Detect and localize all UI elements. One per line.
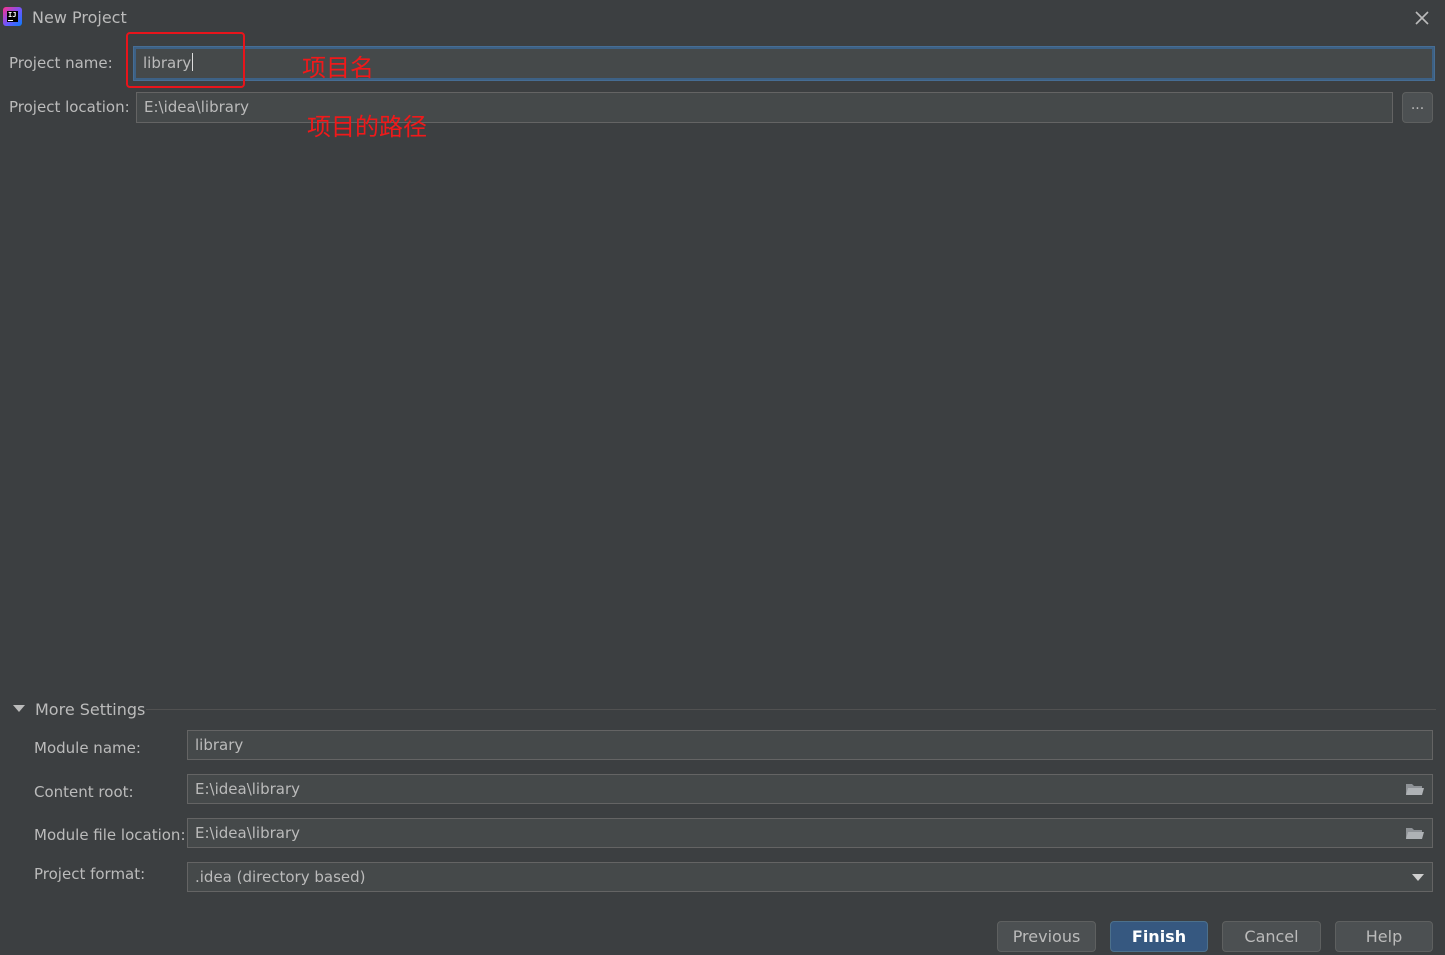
folder-icon[interactable] xyxy=(1405,825,1425,841)
collapse-triangle-icon[interactable] xyxy=(13,705,25,712)
project-location-label: Project location: xyxy=(9,98,130,116)
module-file-location-input[interactable]: E:\idea\library xyxy=(187,818,1433,848)
annotation-project-name: 项目名 xyxy=(302,54,374,82)
project-name-label: Project name: xyxy=(9,54,113,72)
project-format-label: Project format: xyxy=(34,865,146,883)
more-settings-toggle[interactable]: More Settings xyxy=(35,700,145,719)
chevron-down-icon[interactable] xyxy=(1412,874,1424,881)
module-name-input[interactable]: library xyxy=(187,730,1433,760)
content-root-label: Content root: xyxy=(34,783,134,801)
annotation-highlight-box xyxy=(126,32,245,88)
section-divider xyxy=(146,709,1436,710)
project-format-select[interactable]: .idea (directory based) xyxy=(187,862,1433,892)
close-icon[interactable] xyxy=(1412,8,1432,28)
module-name-label: Module name: xyxy=(34,739,141,757)
window-title: New Project xyxy=(32,8,127,27)
content-root-input[interactable]: E:\idea\library xyxy=(187,774,1433,804)
module-file-location-label: Module file location: xyxy=(34,826,186,844)
cancel-button[interactable]: Cancel xyxy=(1222,921,1321,952)
browse-location-button[interactable]: ... xyxy=(1402,92,1433,123)
help-button[interactable]: Help xyxy=(1335,921,1433,952)
intellij-app-icon: IJ xyxy=(3,7,22,26)
folder-icon[interactable] xyxy=(1405,781,1425,797)
annotation-project-location: 项目的路径 xyxy=(307,113,427,141)
finish-button[interactable]: Finish xyxy=(1110,921,1208,952)
previous-button[interactable]: Previous xyxy=(997,921,1096,952)
